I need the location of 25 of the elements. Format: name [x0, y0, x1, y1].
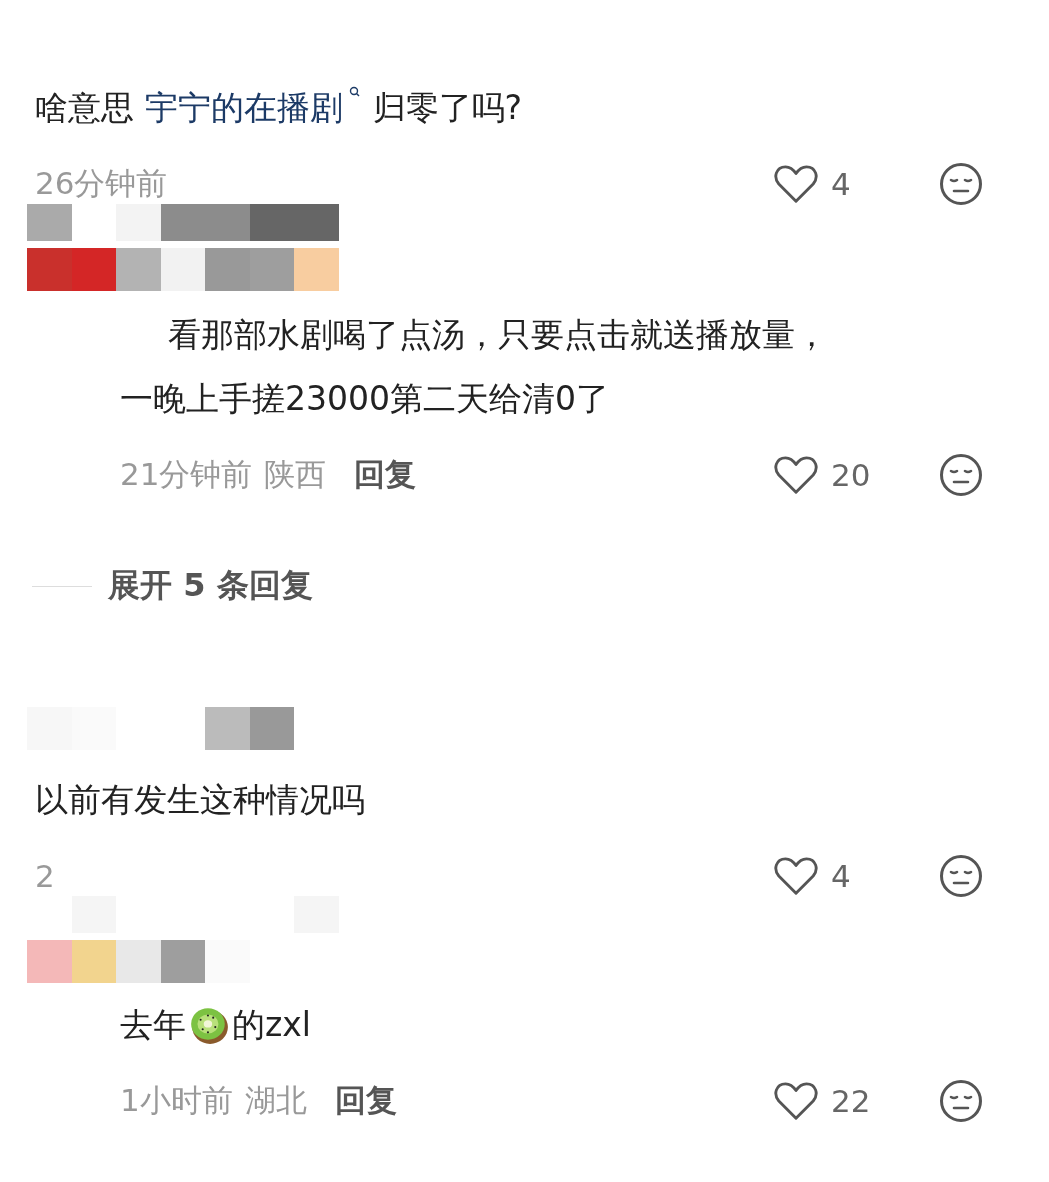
- topic-link[interactable]: 宇宁的在播剧: [144, 84, 361, 132]
- comment-time: 1小时前: [120, 1081, 233, 1120]
- comment-text: 去年: [120, 1004, 186, 1046]
- dislike-face-icon[interactable]: [939, 1079, 983, 1123]
- comment-location: 湖北: [244, 1081, 307, 1120]
- comment-text: 啥意思: [35, 87, 135, 129]
- reply-button[interactable]: 回复: [354, 454, 417, 496]
- comment-location: 陕西: [264, 455, 327, 494]
- comment-text: 以前有发生这种情况吗: [35, 779, 365, 821]
- dislike-face-icon[interactable]: [939, 854, 983, 898]
- comment-text: 归零了吗?: [372, 87, 522, 129]
- comment-time: 2: [35, 858, 55, 894]
- dislike-face-icon[interactable]: [939, 162, 983, 206]
- comment-time: 21分钟前: [120, 455, 253, 494]
- like-button[interactable]: 22: [773, 1080, 873, 1122]
- dislike-face-icon[interactable]: [939, 453, 983, 497]
- like-button[interactable]: 4: [773, 855, 873, 897]
- like-button[interactable]: 4: [773, 163, 873, 205]
- comment-time: 26分钟前: [35, 164, 168, 203]
- expand-replies-link[interactable]: 展开 5 条回复: [108, 564, 313, 608]
- reply-button[interactable]: 回复: [334, 1080, 397, 1122]
- comment-text: 一晚上手搓23000第二天给清0了: [120, 378, 610, 420]
- like-button[interactable]: 20: [773, 454, 873, 496]
- comment-text: 看那部水剧喝了点汤，只要点击就送播放量，: [167, 314, 829, 356]
- comment-text: 的zxl: [232, 1004, 312, 1046]
